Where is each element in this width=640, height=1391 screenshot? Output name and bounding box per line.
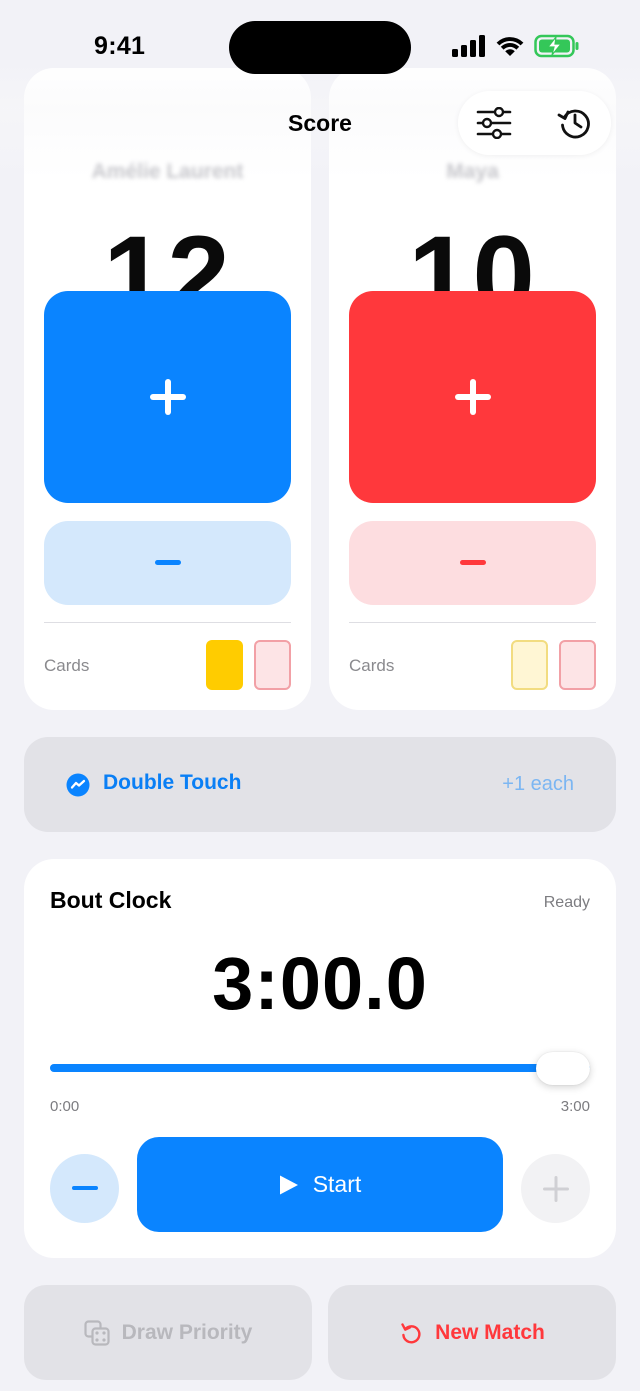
settings-button[interactable] bbox=[475, 104, 513, 142]
fencer-card-right: Maya 10 Cards bbox=[329, 68, 616, 710]
dynamic-island bbox=[229, 21, 411, 74]
fencer-card-left: Amélie Laurent 12 Cards bbox=[24, 68, 311, 710]
divider bbox=[44, 622, 291, 623]
clock-status: Ready bbox=[543, 894, 590, 911]
red-card-toggle[interactable] bbox=[254, 640, 291, 690]
sliders-icon bbox=[476, 107, 512, 139]
start-button[interactable]: Start bbox=[137, 1137, 503, 1232]
reset-icon bbox=[401, 1322, 421, 1343]
decrement-score-button[interactable] bbox=[349, 521, 596, 605]
history-button[interactable] bbox=[556, 104, 594, 142]
slider-max-label: 3:00 bbox=[560, 1098, 590, 1115]
slider-min-label: 0:00 bbox=[50, 1098, 80, 1115]
increment-score-button[interactable] bbox=[349, 291, 596, 503]
cards-label: Cards bbox=[349, 656, 395, 675]
double-touch-value: +1 each bbox=[502, 773, 574, 795]
time-slider-fill bbox=[50, 1064, 590, 1072]
new-match-button[interactable]: New Match bbox=[328, 1285, 616, 1380]
time-slider-thumb[interactable] bbox=[536, 1052, 590, 1085]
cards-label: Cards bbox=[44, 656, 90, 675]
fencer-name: Maya bbox=[446, 160, 499, 183]
bout-clock-title: Bout Clock bbox=[50, 887, 172, 913]
cellular-signal-icon bbox=[452, 35, 485, 57]
start-label: Start bbox=[312, 1171, 362, 1197]
clock-time: 3:00.0 bbox=[212, 942, 428, 1025]
plus-icon bbox=[542, 1175, 569, 1202]
history-icon bbox=[557, 109, 590, 139]
dice-icon bbox=[84, 1319, 110, 1346]
plus-icon bbox=[149, 379, 186, 415]
time-slider-track[interactable] bbox=[50, 1064, 590, 1072]
new-match-label: New Match bbox=[435, 1320, 545, 1344]
decrease-time-button[interactable] bbox=[50, 1154, 119, 1223]
fencer-name: Amélie Laurent bbox=[91, 160, 244, 183]
minus-icon bbox=[154, 560, 181, 565]
minus-icon bbox=[459, 560, 486, 565]
red-card-toggle[interactable] bbox=[559, 640, 596, 690]
yellow-card-toggle[interactable] bbox=[511, 640, 548, 690]
yellow-card-toggle[interactable] bbox=[206, 640, 243, 690]
status-icons bbox=[452, 34, 580, 58]
wifi-icon bbox=[496, 37, 524, 56]
status-time: 9:41 bbox=[94, 32, 146, 60]
increase-time-button[interactable] bbox=[521, 1154, 590, 1223]
double-touch-label: Double Touch bbox=[103, 771, 242, 794]
divider bbox=[349, 622, 596, 623]
play-icon bbox=[279, 1175, 298, 1194]
double-touch-button[interactable]: Double Touch +1 each bbox=[24, 737, 616, 832]
draw-priority-label: Draw Priority bbox=[121, 1320, 253, 1344]
draw-priority-button[interactable]: Draw Priority bbox=[24, 1285, 312, 1380]
plus-icon bbox=[454, 379, 491, 415]
battery-charging-icon bbox=[534, 34, 579, 58]
status-bar: 9:41 bbox=[0, 0, 640, 96]
minus-icon bbox=[71, 1185, 98, 1190]
bout-clock-card: Bout Clock Ready 3:00.0 0:00 3:00 Start bbox=[24, 859, 616, 1258]
header-actions bbox=[458, 91, 611, 155]
decrement-score-button[interactable] bbox=[44, 521, 291, 605]
double-touch-icon bbox=[66, 773, 90, 797]
increment-score-button[interactable] bbox=[44, 291, 291, 503]
